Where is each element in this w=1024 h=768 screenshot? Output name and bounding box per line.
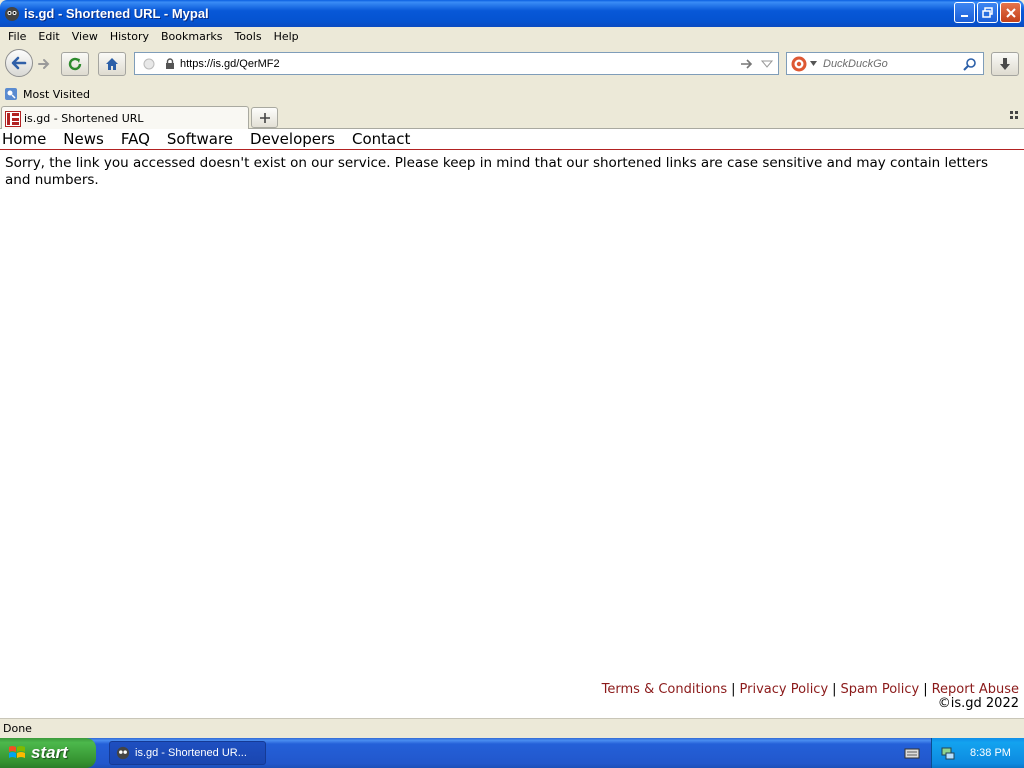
nav-home[interactable]: Home [2,129,46,149]
downloads-button[interactable] [991,52,1019,76]
status-bar: Done [0,718,1024,738]
tab-isgd[interactable]: is.gd - Shortened URL [1,106,249,130]
home-icon [106,58,118,70]
lock-icon [166,57,174,69]
footer-separator: | [731,682,736,697]
search-icon[interactable] [963,57,977,71]
menu-view[interactable]: View [66,30,104,43]
close-icon [1005,7,1016,18]
home-button[interactable] [98,52,126,76]
nav-faq[interactable]: FAQ [121,129,150,149]
mypal-taskbar-icon [116,746,130,760]
search-placeholder: DuckDuckGo [823,57,888,70]
nav-software[interactable]: Software [167,129,233,149]
engine-dropdown-icon[interactable] [810,61,817,66]
new-tab-button[interactable] [251,107,278,128]
status-text: Done [3,722,32,735]
copyright: ©is.gd 2022 [937,696,1019,711]
navigation-toolbar: https://is.gd/QerMF2 DuckDuckGo [0,45,1024,83]
menu-history[interactable]: History [104,30,155,43]
url-text: https://is.gd/QerMF2 [180,57,280,70]
restore-button[interactable] [977,2,998,23]
nav-developers[interactable]: Developers [250,129,335,149]
footer-terms-link[interactable]: Terms & Conditions [602,682,728,697]
start-label: start [31,743,68,762]
window-titlebar[interactable]: is.gd - Shortened URL - Mypal [0,0,1024,27]
isgd-favicon-icon [5,110,21,127]
go-arrow-icon[interactable] [740,58,754,70]
footer-separator: | [832,682,837,697]
menu-file[interactable]: File [2,30,32,43]
clock[interactable]: 8:38 PM [970,747,1011,759]
start-button[interactable]: start [0,738,96,768]
dropdown-arrow-icon[interactable] [761,60,773,68]
bookmark-most-visited[interactable]: Most Visited [23,88,90,101]
footer-separator: | [923,682,928,697]
tab-list-icon[interactable] [1010,111,1020,121]
bookmarks-toolbar: Most Visited [0,83,1024,105]
menu-bookmarks[interactable]: Bookmarks [155,30,228,43]
mypal-app-icon [5,6,19,21]
download-arrow-icon [1000,58,1010,70]
plus-icon [259,112,270,123]
most-visited-folder-icon [5,88,17,100]
page-footer: Terms & Conditions | Privacy Policy | Spam P… [602,683,1019,711]
windows-taskbar: start is.gd - Shortened UR... 8:38 PM [0,738,1024,768]
nav-contact[interactable]: Contact [352,129,410,149]
close-button[interactable] [1000,2,1021,23]
reload-button[interactable] [61,52,89,76]
menu-tools[interactable]: Tools [228,30,267,43]
menu-help[interactable]: Help [268,30,305,43]
site-identity-icon[interactable] [140,57,158,71]
window-title: is.gd - Shortened URL - Mypal [24,6,209,21]
footer-spam-link[interactable]: Spam Policy [841,682,920,697]
reload-icon [68,57,82,71]
footer-report-link[interactable]: Report Abuse [932,682,1019,697]
tab-bar: is.gd - Shortened URL [0,105,1024,130]
system-tray: 8:38 PM [931,738,1024,768]
restore-icon [981,6,993,18]
taskbar-mypal-window[interactable]: is.gd - Shortened UR... [109,741,266,765]
duckduckgo-engine-icon[interactable] [790,55,808,73]
forward-button[interactable] [34,54,54,74]
footer-privacy-link[interactable]: Privacy Policy [740,682,829,697]
minimize-button[interactable] [954,2,975,23]
address-bar[interactable]: https://is.gd/QerMF2 [134,52,779,75]
taskbar-item-label: is.gd - Shortened UR... [135,747,247,759]
back-arrow-icon [11,56,27,70]
error-message: Sorry, the link you accessed doesn't exi… [5,155,988,188]
search-bar[interactable]: DuckDuckGo [786,52,984,75]
minimize-icon [960,14,968,17]
back-button[interactable] [5,49,33,77]
site-navigation: Home News FAQ Software Developers Contac… [0,129,1024,150]
forward-arrow-icon [38,59,50,69]
tab-label: is.gd - Shortened URL [24,112,144,125]
keyboard-icon[interactable] [904,746,920,760]
menu-edit[interactable]: Edit [32,30,65,43]
page-content: Home News FAQ Software Developers Contac… [0,129,1024,718]
nav-news[interactable]: News [63,129,104,149]
network-icon[interactable] [940,745,956,761]
windows-logo-icon [9,746,25,758]
menu-bar: File Edit View History Bookmarks Tools H… [0,27,1024,45]
